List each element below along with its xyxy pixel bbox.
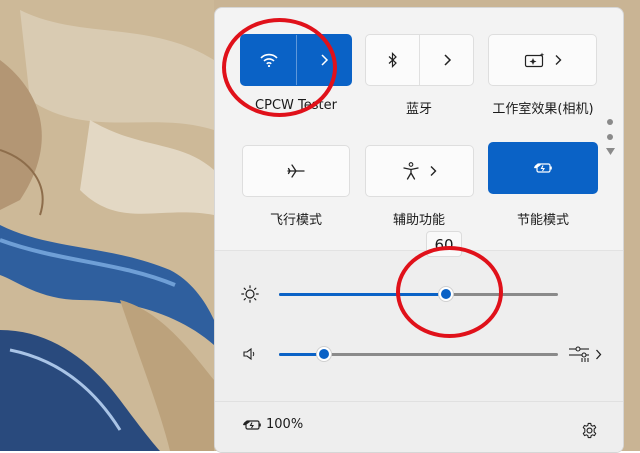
battery-saver-icon [243,419,261,430]
battery-percent: 100% [266,417,304,432]
studio-effects-tile[interactable] [488,34,597,86]
bluetooth-icon [388,52,397,68]
annotation-circle-wifi [222,18,337,117]
accessibility-tile-label: 辅助功能 [392,213,445,228]
accessibility-tile[interactable] [365,145,474,197]
footer-bar: 100% [215,401,623,452]
energy-saver-tile-label: 节能模式 [516,213,569,228]
studio-effects-tile-label: 工作室效果(相机) [492,102,594,117]
bluetooth-tile[interactable] [365,34,474,86]
bluetooth-expand-button[interactable] [420,35,473,85]
annotation-circle-brightness [396,246,503,338]
studio-effects-icon [524,52,544,68]
brightness-icon [241,285,259,303]
chevron-right-icon [430,166,436,176]
page-down-arrow-icon[interactable] [606,148,615,155]
audio-output-button[interactable] [568,345,602,363]
page-dot[interactable] [607,134,613,140]
airplane-tile-label: 飞行模式 [269,213,322,228]
chevron-right-icon [443,54,451,66]
audio-output-icon [569,346,589,362]
bluetooth-toggle-button[interactable] [366,35,419,85]
speaker-icon [243,347,255,361]
page-indicator[interactable] [606,119,615,159]
airplane-tile[interactable] [242,145,350,197]
bluetooth-tile-label: 蓝牙 [405,102,432,117]
chevron-right-icon [596,349,602,359]
page-dot[interactable] [607,119,613,125]
energy-saver-tile[interactable] [488,142,598,194]
airplane-icon [287,164,305,178]
chevron-right-icon [555,55,561,65]
battery-status[interactable]: 100% [242,417,303,432]
energy-saver-icon [534,163,552,173]
gear-icon[interactable] [581,422,598,439]
volume-slider-thumb[interactable] [315,346,332,362]
accessibility-icon [402,162,419,180]
